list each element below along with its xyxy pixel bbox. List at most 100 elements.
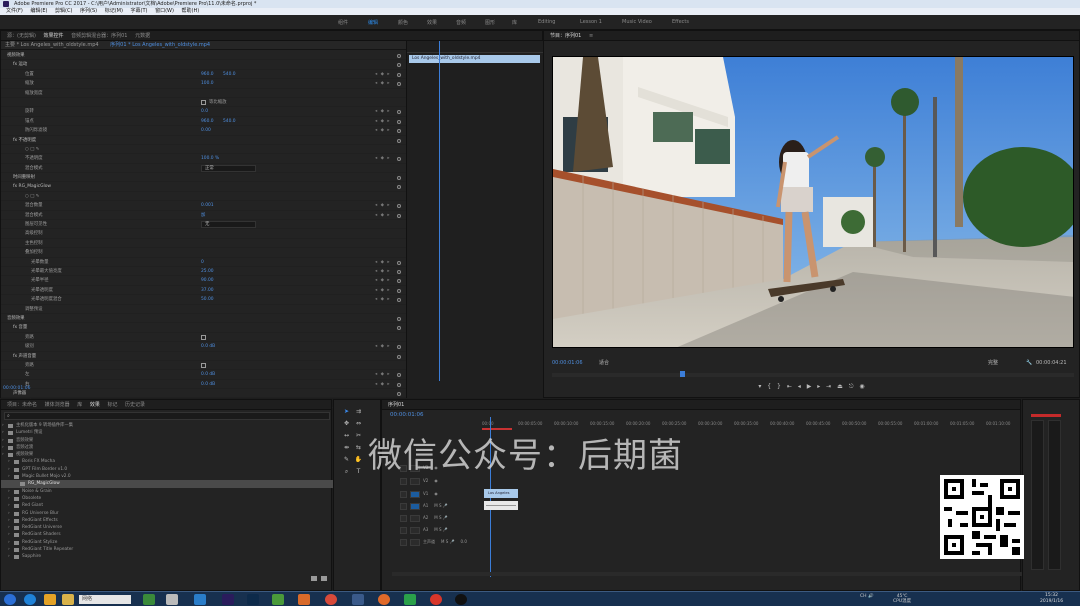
go-to-out-icon[interactable]: ⇥ (826, 383, 833, 390)
effect-property-value[interactable]: 0.0 dB (201, 370, 215, 379)
reset-parameter-icon[interactable] (397, 176, 401, 181)
effect-property-row[interactable]: 混合数量 0.001 ◂ ◆ ▸ (1, 201, 406, 211)
effect-property-row[interactable]: 旁路 (1, 361, 406, 371)
effect-property-row[interactable]: 声像器 (1, 389, 406, 399)
keyframe-navigator-icon[interactable]: ◂ ◆ ▸ (375, 276, 391, 285)
keyframe-navigator-icon[interactable]: ◂ ◆ ▸ (375, 154, 391, 163)
track-target-toggle[interactable] (410, 502, 420, 510)
type-tool-icon[interactable]: T (354, 468, 363, 476)
rate-stretch-tool-icon[interactable]: ↔ (342, 432, 351, 440)
app-icon-8[interactable] (404, 594, 416, 605)
menu-file[interactable]: 文件(F) (6, 8, 23, 15)
reset-parameter-icon[interactable] (397, 54, 401, 58)
workspace-tab-effects[interactable]: 效果 (427, 19, 437, 26)
track-target-toggle[interactable] (410, 477, 420, 485)
workspace-tab-editing[interactable]: 编辑 (368, 19, 378, 26)
taskbar-clock[interactable]: 15:32 2019/1/16 (1040, 593, 1063, 605)
chevron-right-icon[interactable]: › (2, 437, 4, 444)
app-icon-7[interactable] (378, 594, 390, 605)
keyframe-navigator-icon[interactable]: ◂ ◆ ▸ (375, 126, 391, 135)
track-header[interactable]: A3 M S 🎤 (400, 526, 482, 534)
effects-search-input[interactable]: ⌕ (4, 412, 330, 420)
effect-property-row[interactable]: 光晕半径 90.00 ◂ ◆ ▸ (1, 276, 406, 286)
effect-property-value[interactable]: 100.0 (201, 79, 214, 88)
effect-property-row[interactable]: ○ □ ✎ (1, 192, 406, 202)
menu-sequence[interactable]: 序列(S) (80, 8, 97, 15)
tab-media-browser[interactable]: 媒体浏览器 (45, 400, 70, 409)
app-icon-1[interactable] (143, 594, 155, 605)
mute-solo-icons[interactable]: M S 🎤 (434, 527, 448, 532)
program-timecode[interactable]: 00:00:01:06 (552, 358, 583, 369)
effect-property-row[interactable]: 防闪烁滤镜 0.00 ◂ ◆ ▸ (1, 126, 406, 136)
effect-property-row[interactable]: 音频效果 (1, 314, 406, 324)
mute-solo-icons[interactable]: M S 🎤 (434, 503, 448, 508)
menu-title[interactable]: 字幕(T) (131, 8, 148, 15)
effect-property-row[interactable]: 锚点 960.0 540.0 ◂ ◆ ▸ (1, 117, 406, 127)
tab-source[interactable]: 源：(无剪辑) (7, 31, 36, 40)
effect-property-row[interactable]: 混合模式 加 ◂ ◆ ▸ (1, 211, 406, 221)
workspace-tab-effects-en[interactable]: Effects (672, 19, 689, 25)
source-clip-name[interactable]: 主要 * Los Angeles_with_oldstyle.mp4 (5, 42, 99, 48)
play-icon[interactable]: ▶ (807, 383, 814, 390)
effect-property-row[interactable]: 等比缩放 (1, 98, 406, 108)
effect-property-row[interactable]: 位置 960.0 540.0 ◂ ◆ ▸ (1, 70, 406, 80)
effect-property-row[interactable]: fx 音量 (1, 323, 406, 333)
effect-property-value-y[interactable]: 540.0 (223, 70, 236, 79)
reset-parameter-icon[interactable] (397, 82, 401, 87)
effect-property-value[interactable]: 0.001 (201, 201, 214, 210)
menu-edit[interactable]: 编辑(E) (30, 8, 47, 15)
effect-property-dropdown[interactable]: 无 (201, 221, 256, 229)
track-lock-icon[interactable] (400, 538, 407, 546)
effect-controls-ruler[interactable] (407, 41, 544, 53)
effect-property-value[interactable]: 100.0 % (201, 154, 219, 163)
program-playhead[interactable] (680, 371, 685, 377)
effects-tree-item[interactable]: › Lumetri 预设 (1, 429, 333, 436)
keyframe-navigator-icon[interactable]: ◂ ◆ ▸ (375, 70, 391, 79)
app-icon-9[interactable] (430, 594, 442, 605)
tab-sequence[interactable]: 序列01 (388, 400, 404, 409)
chevron-right-icon[interactable]: › (2, 429, 4, 436)
track-target-toggle[interactable] (410, 538, 420, 546)
track-lock-icon[interactable] (400, 526, 407, 534)
effect-property-value[interactable]: 0 (201, 258, 204, 267)
app-icon-4[interactable] (272, 594, 284, 605)
reset-parameter-icon[interactable] (397, 63, 401, 68)
start-button-icon[interactable] (4, 594, 16, 605)
effect-property-value[interactable]: 90.00 (201, 276, 214, 285)
workspace-tab-color[interactable]: 颜色 (398, 19, 408, 26)
effects-tree-item[interactable]: › RG Universe Blur (1, 510, 333, 517)
folder-icon[interactable] (62, 594, 74, 605)
reset-parameter-icon[interactable] (397, 373, 401, 378)
slide-tool-icon[interactable]: ⇆ (354, 444, 363, 452)
reset-parameter-icon[interactable] (397, 204, 401, 209)
effect-property-row[interactable]: fx 不透明度 (1, 136, 406, 145)
workspace-tab-editing-en[interactable]: Editing (538, 19, 555, 25)
effects-tree-item[interactable]: › 音频过渡 (1, 444, 333, 451)
reset-parameter-icon[interactable] (397, 72, 401, 77)
add-marker-icon[interactable]: ▾ (758, 383, 763, 390)
effect-property-value[interactable]: 37.00 (201, 286, 214, 295)
effect-property-row[interactable]: fx RG_MagicGlow (1, 182, 406, 192)
effect-property-value[interactable]: 50.00 (201, 295, 214, 304)
keyframe-navigator-icon[interactable]: ◂ ◆ ▸ (375, 107, 391, 116)
effects-tree-item[interactable]: › RedGiant Shaders (1, 531, 333, 538)
effect-property-value-y[interactable]: 540.0 (223, 117, 236, 126)
chevron-right-icon[interactable]: › (8, 458, 10, 465)
track-header[interactable]: V1 ◉ (400, 490, 482, 498)
menu-window[interactable]: 窗口(W) (155, 8, 174, 15)
effect-property-value[interactable]: 0.0 (201, 107, 208, 116)
track-target-toggle[interactable] (410, 514, 420, 522)
chevron-right-icon[interactable]: › (8, 473, 10, 480)
timeline-video-clip[interactable]: Los Angeles (484, 489, 518, 498)
reset-parameter-icon[interactable] (397, 279, 401, 284)
keyframe-navigator-icon[interactable]: ◂ ◆ ▸ (375, 370, 391, 379)
keyframe-navigator-icon[interactable]: ◂ ◆ ▸ (375, 79, 391, 88)
tab-markers[interactable]: 标记 (107, 400, 117, 409)
effect-property-row[interactable]: 光晕透明度 37.00 ◂ ◆ ▸ (1, 286, 406, 296)
effect-property-row[interactable]: 级别 0.0 dB ◂ ◆ ▸ (1, 342, 406, 352)
resolution-dropdown[interactable]: 完整 (988, 358, 998, 369)
app-icon-3[interactable] (194, 594, 206, 605)
effect-property-value[interactable]: 960.0 (201, 70, 214, 79)
effect-controls-clip-bar[interactable]: Los Angeles_with_oldstyle.mp4 (409, 55, 540, 63)
program-video-frame[interactable] (552, 56, 1074, 348)
